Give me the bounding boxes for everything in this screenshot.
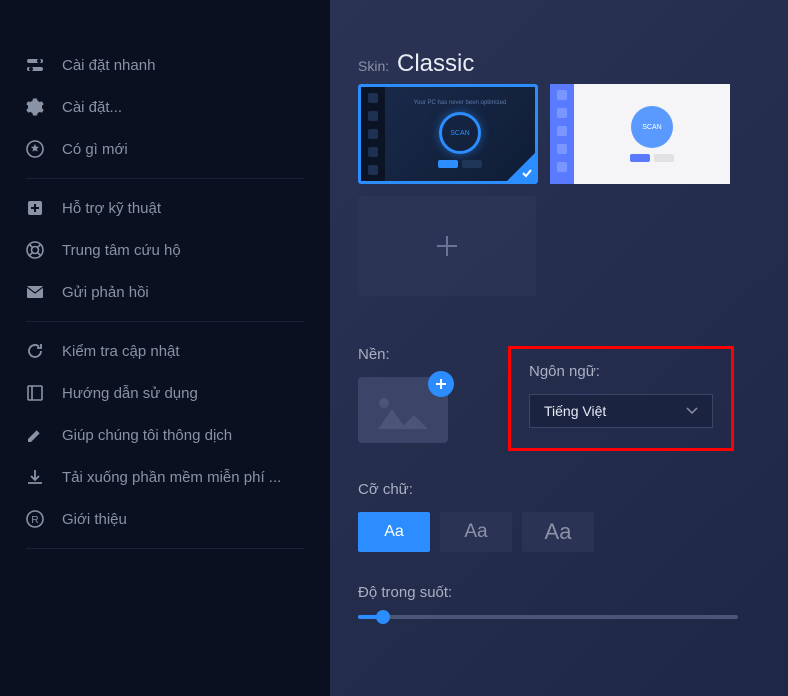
- opacity-slider[interactable]: [358, 615, 738, 619]
- main-panel: Skin: Classic Your PC has never been opt…: [330, 0, 788, 696]
- background-label: Nền:: [358, 346, 448, 363]
- sidebar-item-user-guide[interactable]: Hướng dẫn sử dụng: [0, 372, 330, 414]
- skin-thumbnails: Your PC has never been optimized SCAN SC…: [358, 84, 760, 184]
- background-picker[interactable]: [358, 377, 448, 443]
- language-select[interactable]: Tiếng Việt: [529, 394, 713, 428]
- check-icon: [507, 153, 535, 181]
- plus-badge-icon: [428, 371, 454, 397]
- sidebar-divider: [26, 178, 304, 179]
- sidebar-item-tech-support[interactable]: Hỗ trợ kỹ thuật: [0, 187, 330, 229]
- sidebar-item-label: Có gì mới: [62, 141, 128, 158]
- sidebar-item-download-free[interactable]: Tải xuống phần mềm miễn phí ...: [0, 456, 330, 498]
- gear-icon: [26, 98, 44, 116]
- sidebar-item-quick-settings[interactable]: Cài đặt nhanh: [0, 44, 330, 86]
- sidebar-item-whats-new[interactable]: Có gì mới: [0, 128, 330, 170]
- skin-classic-dark[interactable]: Your PC has never been optimized SCAN: [358, 84, 538, 184]
- star-icon: [26, 140, 44, 158]
- sidebar-item-label: Trung tâm cứu hộ: [62, 242, 181, 259]
- lifebuoy-icon: [26, 241, 44, 259]
- image-placeholder-icon: [370, 393, 436, 433]
- font-size-label: Cỡ chữ:: [358, 481, 760, 498]
- sidebar-item-label: Giới thiệu: [62, 511, 127, 528]
- font-size-medium[interactable]: Aa: [440, 512, 512, 552]
- sidebar-item-label: Cài đặt...: [62, 99, 122, 116]
- envelope-icon: [26, 283, 44, 301]
- sidebar-item-check-update[interactable]: Kiểm tra cập nhật: [0, 330, 330, 372]
- chevron-down-icon: [686, 407, 698, 415]
- sidebar-item-settings[interactable]: Cài đặt...: [0, 86, 330, 128]
- toggles-icon: [26, 56, 44, 74]
- scan-ring-icon: SCAN: [631, 106, 673, 148]
- language-label: Ngôn ngữ:: [529, 363, 713, 380]
- sidebar-divider: [26, 321, 304, 322]
- pencil-icon: [26, 426, 44, 444]
- sidebar-divider: [26, 548, 304, 549]
- sidebar-item-label: Cài đặt nhanh: [62, 57, 155, 74]
- refresh-icon: [26, 342, 44, 360]
- slider-handle[interactable]: [376, 610, 390, 624]
- sidebar: Cài đặt nhanh Cài đặt... Có gì mới Hỗ tr…: [0, 0, 330, 696]
- sidebar-item-label: Kiểm tra cập nhật: [62, 343, 180, 360]
- sidebar-item-feedback[interactable]: Gửi phản hồi: [0, 271, 330, 313]
- opacity-label: Độ trong suốt:: [358, 584, 760, 601]
- sidebar-item-label: Hướng dẫn sử dụng: [62, 385, 198, 402]
- sidebar-item-label: Tải xuống phần mềm miễn phí ...: [62, 469, 281, 486]
- plus-icon: [431, 230, 463, 262]
- font-size-options: Aa Aa Aa: [358, 512, 760, 552]
- skin-add-button[interactable]: [358, 196, 536, 296]
- registered-icon: R: [26, 510, 44, 528]
- skin-label-text: Skin:: [358, 58, 389, 74]
- plus-square-icon: [26, 199, 44, 217]
- scan-ring-icon: SCAN: [439, 112, 481, 154]
- sidebar-item-about[interactable]: R Giới thiệu: [0, 498, 330, 540]
- font-size-small[interactable]: Aa: [358, 512, 430, 552]
- skin-label: Skin: Classic: [358, 50, 760, 78]
- skin-value: Classic: [397, 50, 474, 77]
- sidebar-item-help-translate[interactable]: Giúp chúng tôi thông dịch: [0, 414, 330, 456]
- sidebar-item-label: Gửi phản hồi: [62, 284, 149, 301]
- language-value: Tiếng Việt: [544, 403, 606, 419]
- skin-light[interactable]: SCAN: [550, 84, 730, 184]
- font-size-large[interactable]: Aa: [522, 512, 594, 552]
- download-icon: [26, 468, 44, 486]
- book-icon: [26, 384, 44, 402]
- language-highlight-box: Ngôn ngữ: Tiếng Việt: [508, 346, 734, 451]
- sidebar-item-label: Giúp chúng tôi thông dịch: [62, 427, 232, 444]
- svg-text:R: R: [31, 515, 38, 526]
- sidebar-item-rescue-center[interactable]: Trung tâm cứu hộ: [0, 229, 330, 271]
- sidebar-item-label: Hỗ trợ kỹ thuật: [62, 200, 161, 217]
